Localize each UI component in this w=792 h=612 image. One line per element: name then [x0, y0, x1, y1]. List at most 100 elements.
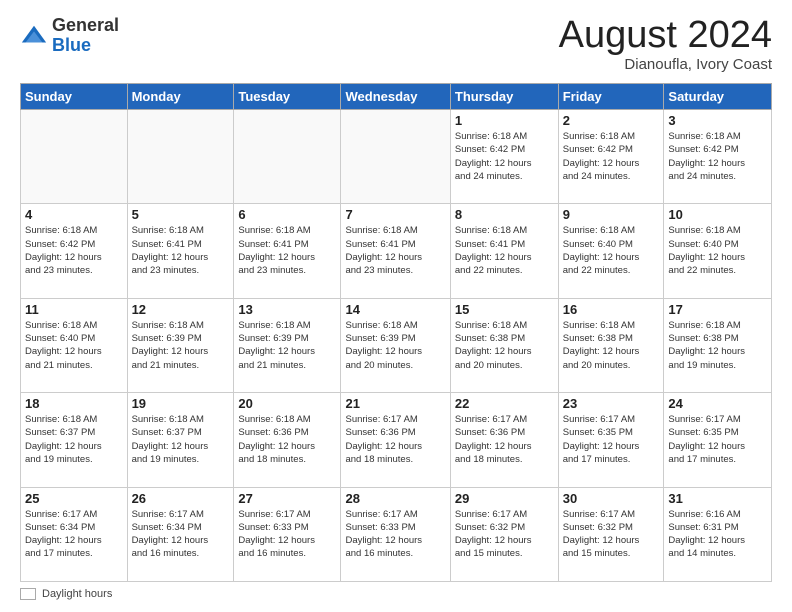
page: General Blue August 2024 Dianoufla, Ivor… [0, 0, 792, 612]
table-row: 15Sunrise: 6:18 AM Sunset: 6:38 PM Dayli… [450, 298, 558, 392]
table-row: 1 Sunrise: 6:18 AM Sunset: 6:42 PM Daylig… [450, 110, 558, 204]
day-number: 17 [668, 302, 767, 317]
table-row: 17 Sunrise: 6:18 AM Sunset: 6:38 PM Dayli… [664, 298, 772, 392]
day-info: Sunrise: 6:17 AM Sunset: 6:32 PM Dayligh… [455, 508, 554, 561]
day-number: 28 [345, 491, 445, 506]
day-number: 23 [563, 396, 660, 411]
table-row: 29 Sunrise: 6:17 AM Sunset: 6:32 PM Dayli… [450, 487, 558, 581]
footer: Daylight hours [20, 588, 772, 600]
day-number: 13 [238, 302, 336, 317]
day-info: Sunrise: 6:18 AM Sunset: 6:42 PM Dayligh… [25, 224, 123, 277]
col-sunday: Sunday [21, 84, 128, 110]
table-row [127, 110, 234, 204]
day-info: Sunrise: 6:18 AM Sunset: 6:39 PM Dayligh… [345, 319, 445, 372]
day-info: Sunrise: 6:18 AM Sunset: 6:37 PM Dayligh… [25, 413, 123, 466]
day-info: Sunrise: 6:18 AM Sunset: 6:42 PM Dayligh… [668, 130, 767, 183]
day-number: 19 [132, 396, 230, 411]
table-row: 25 Sunrise: 6:17 AM Sunset: 6:34 PM Dayli… [21, 487, 128, 581]
day-info: Sunrise: 6:18 AM Sunset: 6:36 PM Dayligh… [238, 413, 336, 466]
day-number: 25 [25, 491, 123, 506]
table-row: 16 Sunrise: 6:18 AM Sunset: 6:38 PM Dayli… [558, 298, 664, 392]
day-number: 30 [563, 491, 660, 506]
day-number: 14 [345, 302, 445, 317]
day-number: 4 [25, 207, 123, 222]
day-info: Sunrise: 6:17 AM Sunset: 6:33 PM Dayligh… [238, 508, 336, 561]
day-number: 18 [25, 396, 123, 411]
daylight-label: Daylight hours [42, 588, 112, 600]
table-row: 6Sunrise: 6:18 AM Sunset: 6:41 PM Daylig… [234, 204, 341, 298]
table-row: 10 Sunrise: 6:18 AM Sunset: 6:40 PM Dayli… [664, 204, 772, 298]
day-info: Sunrise: 6:17 AM Sunset: 6:34 PM Dayligh… [25, 508, 123, 561]
table-row: 13Sunrise: 6:18 AM Sunset: 6:39 PM Dayli… [234, 298, 341, 392]
day-info: Sunrise: 6:18 AM Sunset: 6:41 PM Dayligh… [455, 224, 554, 277]
table-row: 2 Sunrise: 6:18 AM Sunset: 6:42 PM Daylig… [558, 110, 664, 204]
day-info: Sunrise: 6:18 AM Sunset: 6:42 PM Dayligh… [455, 130, 554, 183]
table-row: 12 Sunrise: 6:18 AM Sunset: 6:39 PM Dayli… [127, 298, 234, 392]
day-info: Sunrise: 6:18 AM Sunset: 6:38 PM Dayligh… [668, 319, 767, 372]
table-row: 23 Sunrise: 6:17 AM Sunset: 6:35 PM Dayli… [558, 393, 664, 487]
table-row: 9Sunrise: 6:18 AM Sunset: 6:40 PM Daylig… [558, 204, 664, 298]
day-info: Sunrise: 6:18 AM Sunset: 6:38 PM Dayligh… [563, 319, 660, 372]
day-number: 15 [455, 302, 554, 317]
day-info: Sunrise: 6:18 AM Sunset: 6:41 PM Dayligh… [238, 224, 336, 277]
logo-text: General Blue [52, 16, 119, 56]
day-number: 21 [345, 396, 445, 411]
month-year-title: August 2024 [559, 16, 772, 54]
table-row: 14 Sunrise: 6:18 AM Sunset: 6:39 PM Dayli… [341, 298, 450, 392]
table-row: 8 Sunrise: 6:18 AM Sunset: 6:41 PM Daylig… [450, 204, 558, 298]
day-info: Sunrise: 6:18 AM Sunset: 6:40 PM Dayligh… [25, 319, 123, 372]
day-number: 27 [238, 491, 336, 506]
day-info: Sunrise: 6:17 AM Sunset: 6:35 PM Dayligh… [563, 413, 660, 466]
calendar-week-row: 25 Sunrise: 6:17 AM Sunset: 6:34 PM Dayli… [21, 487, 772, 581]
col-tuesday: Tuesday [234, 84, 341, 110]
table-row: 3 Sunrise: 6:18 AM Sunset: 6:42 PM Daylig… [664, 110, 772, 204]
table-row: 28 Sunrise: 6:17 AM Sunset: 6:33 PM Dayli… [341, 487, 450, 581]
day-number: 16 [563, 302, 660, 317]
day-number: 3 [668, 113, 767, 128]
day-number: 12 [132, 302, 230, 317]
day-info: Sunrise: 6:18 AM Sunset: 6:37 PM Dayligh… [132, 413, 230, 466]
table-row: 4 Sunrise: 6:18 AM Sunset: 6:42 PM Daylig… [21, 204, 128, 298]
day-info: Sunrise: 6:18 AM Sunset: 6:39 PM Dayligh… [132, 319, 230, 372]
col-friday: Friday [558, 84, 664, 110]
day-number: 2 [563, 113, 660, 128]
table-row [21, 110, 128, 204]
table-row: 18 Sunrise: 6:18 AM Sunset: 6:37 PM Dayli… [21, 393, 128, 487]
day-number: 1 [455, 113, 554, 128]
day-info: Sunrise: 6:17 AM Sunset: 6:36 PM Dayligh… [345, 413, 445, 466]
day-info: Sunrise: 6:18 AM Sunset: 6:42 PM Dayligh… [563, 130, 660, 183]
day-info: Sunrise: 6:17 AM Sunset: 6:32 PM Dayligh… [563, 508, 660, 561]
day-number: 31 [668, 491, 767, 506]
table-row: 26Sunrise: 6:17 AM Sunset: 6:34 PM Dayli… [127, 487, 234, 581]
table-row: 27 Sunrise: 6:17 AM Sunset: 6:33 PM Dayli… [234, 487, 341, 581]
calendar-week-row: 1 Sunrise: 6:18 AM Sunset: 6:42 PM Daylig… [21, 110, 772, 204]
calendar-week-row: 18 Sunrise: 6:18 AM Sunset: 6:37 PM Dayli… [21, 393, 772, 487]
table-row: 21 Sunrise: 6:17 AM Sunset: 6:36 PM Dayli… [341, 393, 450, 487]
day-info: Sunrise: 6:17 AM Sunset: 6:33 PM Dayligh… [345, 508, 445, 561]
logo-icon [20, 22, 48, 50]
calendar-week-row: 11 Sunrise: 6:18 AM Sunset: 6:40 PM Dayli… [21, 298, 772, 392]
day-info: Sunrise: 6:17 AM Sunset: 6:35 PM Dayligh… [668, 413, 767, 466]
day-number: 24 [668, 396, 767, 411]
table-row: 31Sunrise: 6:16 AM Sunset: 6:31 PM Dayli… [664, 487, 772, 581]
col-wednesday: Wednesday [341, 84, 450, 110]
day-info: Sunrise: 6:18 AM Sunset: 6:41 PM Dayligh… [132, 224, 230, 277]
table-row: 20Sunrise: 6:18 AM Sunset: 6:36 PM Dayli… [234, 393, 341, 487]
day-info: Sunrise: 6:17 AM Sunset: 6:34 PM Dayligh… [132, 508, 230, 561]
day-number: 11 [25, 302, 123, 317]
day-number: 10 [668, 207, 767, 222]
title-block: August 2024 Dianoufla, Ivory Coast [559, 16, 772, 73]
logo: General Blue [20, 16, 119, 56]
day-info: Sunrise: 6:18 AM Sunset: 6:40 PM Dayligh… [668, 224, 767, 277]
day-info: Sunrise: 6:18 AM Sunset: 6:40 PM Dayligh… [563, 224, 660, 277]
calendar-table: Sunday Monday Tuesday Wednesday Thursday… [20, 83, 772, 582]
day-number: 29 [455, 491, 554, 506]
table-row: 7Sunrise: 6:18 AM Sunset: 6:41 PM Daylig… [341, 204, 450, 298]
table-row: 19 Sunrise: 6:18 AM Sunset: 6:37 PM Dayli… [127, 393, 234, 487]
col-saturday: Saturday [664, 84, 772, 110]
col-monday: Monday [127, 84, 234, 110]
day-number: 8 [455, 207, 554, 222]
day-number: 22 [455, 396, 554, 411]
calendar-week-row: 4 Sunrise: 6:18 AM Sunset: 6:42 PM Daylig… [21, 204, 772, 298]
table-row: 22Sunrise: 6:17 AM Sunset: 6:36 PM Dayli… [450, 393, 558, 487]
